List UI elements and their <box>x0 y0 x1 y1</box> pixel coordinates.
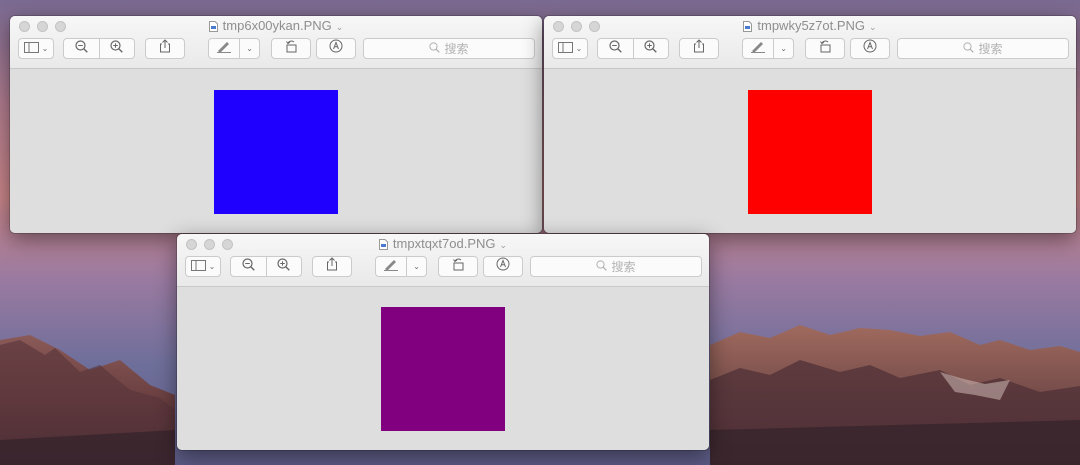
image-red-square <box>748 90 872 214</box>
image-purple-square <box>381 307 505 431</box>
chevron-down-icon: ⌄ <box>246 44 253 53</box>
chevron-down-icon: ⌄ <box>208 262 216 271</box>
markup-button[interactable] <box>376 257 406 276</box>
zoom-segmented-control <box>63 38 135 59</box>
image-blue-square <box>214 90 338 214</box>
rotate-icon <box>818 39 832 58</box>
image-canvas[interactable] <box>544 69 1076 233</box>
markup-icon <box>383 258 399 276</box>
annotate-icon <box>329 39 343 58</box>
zoom-segmented-control <box>230 256 302 277</box>
preview-window-1[interactable]: tmp6x00ykan.PNG ⌄ ⌄ ⌄ 搜索 <box>10 16 542 233</box>
window-title[interactable]: tmpxtqxt7od.PNG ⌄ <box>177 236 709 254</box>
search-placeholder: 搜索 <box>444 42 469 56</box>
share-button[interactable] <box>679 38 719 59</box>
image-canvas[interactable] <box>177 287 709 450</box>
chevron-down-icon[interactable]: ⌄ <box>500 240 508 250</box>
markup-button[interactable] <box>743 39 773 58</box>
rotate-button[interactable] <box>271 38 311 59</box>
image-canvas[interactable] <box>10 69 542 233</box>
zoom-out-button[interactable] <box>598 39 633 58</box>
zoom-in-icon <box>110 39 124 58</box>
markup-button[interactable] <box>209 39 239 58</box>
zoom-segmented-control <box>597 38 669 59</box>
annotate-button[interactable] <box>316 38 356 59</box>
sidebar-icon <box>23 40 39 58</box>
annotate-button[interactable] <box>850 38 890 59</box>
search-field[interactable]: 搜索 <box>530 256 702 277</box>
chevron-down-icon: ⌄ <box>41 44 49 53</box>
annotate-button[interactable] <box>483 256 523 277</box>
markup-segmented-control: ⌄ <box>742 38 794 59</box>
chevron-down-icon: ⌄ <box>575 44 583 53</box>
toolbar: ⌄ ⌄ 搜索 <box>544 38 1076 64</box>
png-document-icon <box>208 20 218 36</box>
rotate-button[interactable] <box>438 256 478 277</box>
png-document-icon <box>743 20 753 36</box>
window-title-text: tmpwky5z7ot.PNG <box>757 18 866 33</box>
chevron-down-icon[interactable]: ⌄ <box>869 22 877 32</box>
markup-segmented-control: ⌄ <box>375 256 427 277</box>
sidebar-icon <box>557 40 573 58</box>
search-icon <box>429 41 444 56</box>
chevron-down-icon: ⌄ <box>413 262 420 271</box>
zoom-in-button[interactable] <box>632 39 669 58</box>
window-title-text: tmp6x00ykan.PNG <box>222 18 332 33</box>
markup-options-button[interactable]: ⌄ <box>239 39 259 58</box>
share-icon <box>326 257 338 276</box>
search-icon <box>963 41 978 56</box>
title-bar[interactable]: tmpxtqxt7od.PNG ⌄ ⌄ ⌄ 搜索 <box>177 234 709 287</box>
chevron-down-icon: ⌄ <box>780 44 787 53</box>
share-icon <box>693 39 705 58</box>
chevron-down-icon[interactable]: ⌄ <box>336 22 344 32</box>
sidebar-view-button[interactable]: ⌄ <box>185 256 221 277</box>
zoom-out-button[interactable] <box>231 257 266 276</box>
annotate-icon <box>496 257 510 276</box>
title-bar[interactable]: tmp6x00ykan.PNG ⌄ ⌄ ⌄ 搜索 <box>10 16 542 69</box>
toolbar: ⌄ ⌄ 搜索 <box>177 256 709 282</box>
search-placeholder: 搜索 <box>611 260 636 274</box>
zoom-out-button[interactable] <box>64 39 99 58</box>
search-icon <box>596 259 611 274</box>
zoom-out-icon <box>75 39 88 58</box>
markup-icon <box>750 40 766 58</box>
zoom-in-button[interactable] <box>265 257 302 276</box>
zoom-in-button[interactable] <box>98 39 135 58</box>
share-button[interactable] <box>312 256 352 277</box>
sidebar-icon <box>190 258 206 276</box>
zoom-in-icon <box>644 39 658 58</box>
zoom-in-icon <box>277 257 291 276</box>
window-title[interactable]: tmpwky5z7ot.PNG ⌄ <box>544 18 1076 36</box>
toolbar: ⌄ ⌄ 搜索 <box>10 38 542 64</box>
share-icon <box>159 39 171 58</box>
window-title[interactable]: tmp6x00ykan.PNG ⌄ <box>10 18 542 36</box>
zoom-out-icon <box>242 257 255 276</box>
preview-window-2[interactable]: tmpwky5z7ot.PNG ⌄ ⌄ ⌄ 搜索 <box>544 16 1076 233</box>
markup-options-button[interactable]: ⌄ <box>773 39 793 58</box>
sidebar-view-button[interactable]: ⌄ <box>18 38 54 59</box>
sidebar-view-button[interactable]: ⌄ <box>552 38 588 59</box>
share-button[interactable] <box>145 38 185 59</box>
search-placeholder: 搜索 <box>978 42 1003 56</box>
rotate-icon <box>284 39 298 58</box>
zoom-out-icon <box>609 39 622 58</box>
markup-segmented-control: ⌄ <box>208 38 260 59</box>
title-bar[interactable]: tmpwky5z7ot.PNG ⌄ ⌄ ⌄ 搜索 <box>544 16 1076 69</box>
markup-icon <box>216 40 232 58</box>
rotate-icon <box>451 257 465 276</box>
search-field[interactable]: 搜索 <box>363 38 535 59</box>
window-title-text: tmpxtqxt7od.PNG <box>392 236 496 251</box>
annotate-icon <box>863 39 877 58</box>
rotate-button[interactable] <box>805 38 845 59</box>
markup-options-button[interactable]: ⌄ <box>406 257 426 276</box>
png-document-icon <box>378 238 388 254</box>
preview-window-3[interactable]: tmpxtqxt7od.PNG ⌄ ⌄ ⌄ 搜索 <box>177 234 709 450</box>
search-field[interactable]: 搜索 <box>897 38 1069 59</box>
